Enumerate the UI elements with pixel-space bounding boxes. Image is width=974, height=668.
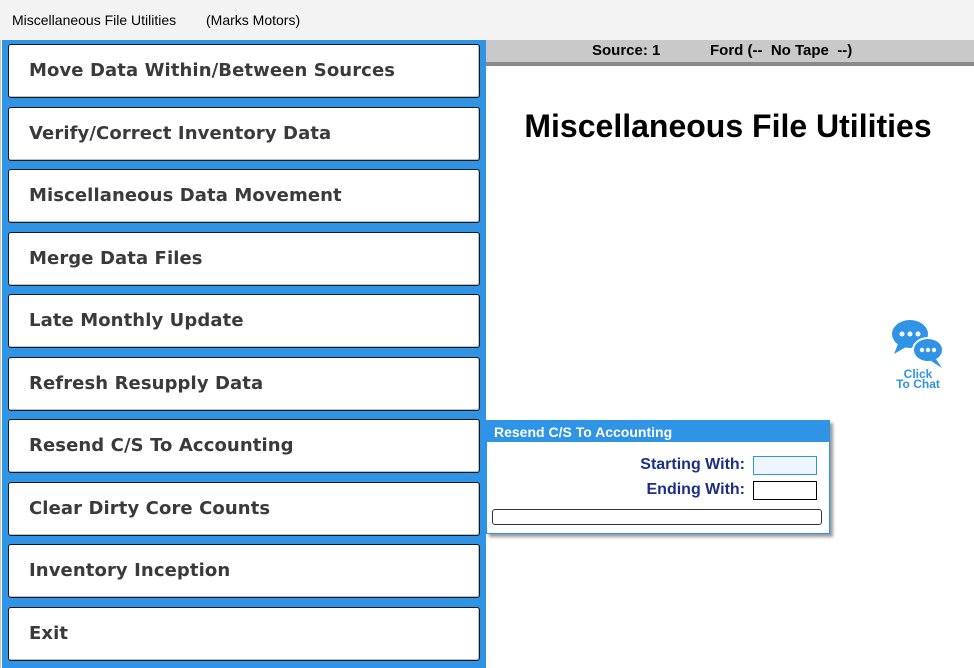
menu-item-label: Refresh Resupply Data (29, 373, 264, 394)
window-title: Miscellaneous File Utilities (12, 12, 177, 28)
dialog-title-bar: Resend C/S To Accounting (487, 421, 829, 442)
dialog-title: Resend C/S To Accounting (494, 424, 673, 440)
menu-item-label: Verify/Correct Inventory Data (29, 123, 332, 144)
company-name: (Marks Motors) (206, 12, 301, 28)
starting-with-label: Starting With: (640, 456, 745, 473)
merge-data-files-button[interactable]: Merge Data Files (8, 232, 480, 286)
late-monthly-update-button[interactable]: Late Monthly Update (8, 294, 480, 348)
chat-bubbles-icon (892, 320, 944, 368)
menu-item-label: Merge Data Files (29, 248, 203, 269)
clear-dirty-cores-button[interactable]: Clear Dirty Core Counts (8, 482, 480, 536)
menu-item-label: Clear Dirty Core Counts (29, 498, 271, 519)
misc-data-movement-button[interactable]: Miscellaneous Data Movement (8, 169, 480, 223)
menu-item-label: Miscellaneous Data Movement (29, 185, 342, 206)
menu-panel: Move Data Within/Between Sources Verify/… (2, 40, 486, 668)
resend-cs-button[interactable]: Resend C/S To Accounting (8, 419, 480, 473)
refresh-resupply-button[interactable]: Refresh Resupply Data (8, 357, 480, 411)
chat-label-line2: To Chat (896, 377, 940, 391)
ending-with-label: Ending With: (646, 481, 746, 498)
progress-bar (492, 509, 822, 525)
menu-item-label: Inventory Inception (29, 560, 231, 581)
status-bar: Source: 1 Ford (-- No Tape --) (486, 40, 974, 66)
ending-with-field[interactable] (753, 481, 817, 500)
chat-button[interactable]: Click To Chat (888, 318, 948, 398)
exit-button[interactable]: Exit (8, 607, 480, 661)
menu-item-label: Exit (29, 623, 69, 644)
title-bar: Miscellaneous File Utilities (Marks Moto… (0, 0, 974, 40)
verify-inventory-button[interactable]: Verify/Correct Inventory Data (8, 107, 480, 161)
resend-dialog: Resend C/S To Accounting Starting With: … (486, 420, 830, 534)
inventory-inception-button[interactable]: Inventory Inception (8, 544, 480, 598)
tape-indicator: Ford (-- No Tape --) (710, 42, 853, 59)
menu-item-label: Late Monthly Update (29, 310, 244, 331)
source-indicator: Source: 1 (592, 42, 661, 59)
move-data-button[interactable]: Move Data Within/Between Sources (8, 44, 480, 98)
page-title: Miscellaneous File Utilities (524, 108, 932, 144)
menu-item-label: Move Data Within/Between Sources (29, 60, 396, 81)
starting-with-field[interactable] (753, 456, 817, 475)
menu-item-label: Resend C/S To Accounting (29, 435, 294, 456)
